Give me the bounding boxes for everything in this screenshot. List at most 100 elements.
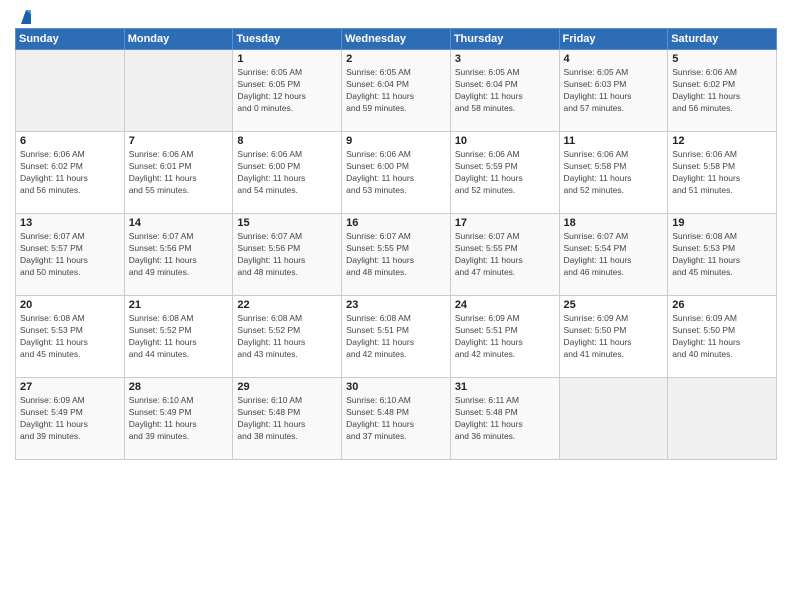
day-number: 19: [672, 217, 772, 229]
calendar-cell: 8Sunrise: 6:06 AM Sunset: 6:00 PM Daylig…: [233, 132, 342, 214]
calendar-cell: [16, 50, 125, 132]
day-info: Sunrise: 6:08 AM Sunset: 5:52 PM Dayligh…: [237, 313, 337, 361]
day-number: 23: [346, 299, 446, 311]
calendar-cell: 18Sunrise: 6:07 AM Sunset: 5:54 PM Dayli…: [559, 214, 668, 296]
calendar-cell: 11 Sunrise: 6:06 AM Sunset: 5:58 PM Dayli…: [559, 132, 668, 214]
calendar-cell: 15 Sunrise: 6:07 AM Sunset: 5:56 PM Dayli…: [233, 214, 342, 296]
calendar-cell: 27 Sunrise: 6:09 AM Sunset: 5:49 PM Dayli…: [16, 378, 125, 460]
day-info: Sunrise: 6:06 AM Sunset: 5:59 PM Dayligh…: [455, 149, 555, 197]
day-number: 20: [20, 299, 120, 311]
calendar-table: SundayMondayTuesdayWednesdayThursdayFrid…: [15, 28, 777, 460]
day-number: 13: [20, 217, 120, 229]
day-info: Sunrise: 6:05 AM Sunset: 6:03 PM Dayligh…: [564, 67, 664, 115]
day-number: 21: [129, 299, 229, 311]
calendar-cell: 12 Sunrise: 6:06 AM Sunset: 5:58 PM Dayli…: [668, 132, 777, 214]
weekday-header: Thursday: [450, 29, 559, 50]
day-number: 3: [455, 53, 555, 65]
day-info: Sunrise: 6:08 AM Sunset: 5:53 PM Dayligh…: [672, 231, 772, 279]
calendar-cell: 17 Sunrise: 6:07 AM Sunset: 5:55 PM Dayli…: [450, 214, 559, 296]
day-info: Sunrise: 6:07 AM Sunset: 5:54 PM Dayligh…: [564, 231, 664, 279]
day-number: 11: [564, 135, 664, 147]
calendar-header-row: SundayMondayTuesdayWednesdayThursdayFrid…: [16, 29, 777, 50]
day-info: Sunrise: 6:10 AM Sunset: 5:48 PM Dayligh…: [237, 395, 337, 443]
day-number: 27: [20, 381, 120, 393]
weekday-header: Wednesday: [342, 29, 451, 50]
day-number: 12: [672, 135, 772, 147]
day-info: Sunrise: 6:10 AM Sunset: 5:48 PM Dayligh…: [346, 395, 446, 443]
weekday-header: Monday: [124, 29, 233, 50]
day-number: 2: [346, 53, 446, 65]
day-number: 31: [455, 381, 555, 393]
day-number: 26: [672, 299, 772, 311]
calendar-cell: 1 Sunrise: 6:05 AM Sunset: 6:05 PM Daylig…: [233, 50, 342, 132]
calendar-cell: [559, 378, 668, 460]
calendar-cell: 28 Sunrise: 6:10 AM Sunset: 5:49 PM Dayli…: [124, 378, 233, 460]
calendar-cell: 25 Sunrise: 6:09 AM Sunset: 5:50 PM Dayli…: [559, 296, 668, 378]
calendar-cell: [124, 50, 233, 132]
logo-icon: [17, 8, 35, 26]
day-number: 24: [455, 299, 555, 311]
day-info: Sunrise: 6:06 AM Sunset: 6:02 PM Dayligh…: [20, 149, 120, 197]
weekday-header: Friday: [559, 29, 668, 50]
day-info: Sunrise: 6:07 AM Sunset: 5:57 PM Dayligh…: [20, 231, 120, 279]
day-info: Sunrise: 6:07 AM Sunset: 5:55 PM Dayligh…: [346, 231, 446, 279]
day-info: Sunrise: 6:10 AM Sunset: 5:49 PM Dayligh…: [129, 395, 229, 443]
day-info: Sunrise: 6:05 AM Sunset: 6:04 PM Dayligh…: [346, 67, 446, 115]
day-info: Sunrise: 6:09 AM Sunset: 5:51 PM Dayligh…: [455, 313, 555, 361]
day-number: 22: [237, 299, 337, 311]
calendar-cell: [668, 378, 777, 460]
calendar-cell: 9Sunrise: 6:06 AM Sunset: 6:00 PM Daylig…: [342, 132, 451, 214]
day-number: 9: [346, 135, 446, 147]
calendar-week-row: 6 Sunrise: 6:06 AM Sunset: 6:02 PM Daylig…: [16, 132, 777, 214]
calendar-cell: 6 Sunrise: 6:06 AM Sunset: 6:02 PM Daylig…: [16, 132, 125, 214]
day-info: Sunrise: 6:08 AM Sunset: 5:52 PM Dayligh…: [129, 313, 229, 361]
day-number: 4: [564, 53, 664, 65]
day-info: Sunrise: 6:06 AM Sunset: 6:02 PM Dayligh…: [672, 67, 772, 115]
calendar-week-row: 20 Sunrise: 6:08 AM Sunset: 5:53 PM Dayli…: [16, 296, 777, 378]
day-number: 15: [237, 217, 337, 229]
day-number: 28: [129, 381, 229, 393]
calendar-container: SundayMondayTuesdayWednesdayThursdayFrid…: [0, 0, 792, 612]
day-info: Sunrise: 6:07 AM Sunset: 5:55 PM Dayligh…: [455, 231, 555, 279]
day-number: 6: [20, 135, 120, 147]
day-info: Sunrise: 6:05 AM Sunset: 6:05 PM Dayligh…: [237, 67, 337, 115]
weekday-header: Saturday: [668, 29, 777, 50]
calendar-cell: 31 Sunrise: 6:11 AM Sunset: 5:48 PM Dayli…: [450, 378, 559, 460]
day-number: 30: [346, 381, 446, 393]
day-number: 16: [346, 217, 446, 229]
calendar-cell: 23 Sunrise: 6:08 AM Sunset: 5:51 PM Dayli…: [342, 296, 451, 378]
day-info: Sunrise: 6:07 AM Sunset: 5:56 PM Dayligh…: [237, 231, 337, 279]
day-number: 14: [129, 217, 229, 229]
weekday-header: Sunday: [16, 29, 125, 50]
day-info: Sunrise: 6:06 AM Sunset: 5:58 PM Dayligh…: [564, 149, 664, 197]
day-info: Sunrise: 6:06 AM Sunset: 5:58 PM Dayligh…: [672, 149, 772, 197]
day-info: Sunrise: 6:09 AM Sunset: 5:49 PM Dayligh…: [20, 395, 120, 443]
calendar-cell: 22 Sunrise: 6:08 AM Sunset: 5:52 PM Dayli…: [233, 296, 342, 378]
calendar-cell: 2 Sunrise: 6:05 AM Sunset: 6:04 PM Daylig…: [342, 50, 451, 132]
calendar-week-row: 1 Sunrise: 6:05 AM Sunset: 6:05 PM Daylig…: [16, 50, 777, 132]
day-info: Sunrise: 6:08 AM Sunset: 5:51 PM Dayligh…: [346, 313, 446, 361]
day-info: Sunrise: 6:11 AM Sunset: 5:48 PM Dayligh…: [455, 395, 555, 443]
day-info: Sunrise: 6:07 AM Sunset: 5:56 PM Dayligh…: [129, 231, 229, 279]
day-info: Sunrise: 6:09 AM Sunset: 5:50 PM Dayligh…: [564, 313, 664, 361]
calendar-cell: 16 Sunrise: 6:07 AM Sunset: 5:55 PM Dayli…: [342, 214, 451, 296]
day-number: 5: [672, 53, 772, 65]
calendar-cell: 4 Sunrise: 6:05 AM Sunset: 6:03 PM Daylig…: [559, 50, 668, 132]
weekday-header: Tuesday: [233, 29, 342, 50]
day-info: Sunrise: 6:08 AM Sunset: 5:53 PM Dayligh…: [20, 313, 120, 361]
day-number: 7: [129, 135, 229, 147]
day-number: 8: [237, 135, 337, 147]
calendar-cell: 26Sunrise: 6:09 AM Sunset: 5:50 PM Dayli…: [668, 296, 777, 378]
calendar-cell: 14 Sunrise: 6:07 AM Sunset: 5:56 PM Dayli…: [124, 214, 233, 296]
calendar-cell: 24 Sunrise: 6:09 AM Sunset: 5:51 PM Dayli…: [450, 296, 559, 378]
day-number: 25: [564, 299, 664, 311]
calendar-week-row: 27 Sunrise: 6:09 AM Sunset: 5:49 PM Dayli…: [16, 378, 777, 460]
calendar-cell: 29Sunrise: 6:10 AM Sunset: 5:48 PM Dayli…: [233, 378, 342, 460]
day-info: Sunrise: 6:06 AM Sunset: 6:01 PM Dayligh…: [129, 149, 229, 197]
day-number: 10: [455, 135, 555, 147]
day-number: 17: [455, 217, 555, 229]
calendar-cell: 19 Sunrise: 6:08 AM Sunset: 5:53 PM Dayli…: [668, 214, 777, 296]
calendar-cell: 20 Sunrise: 6:08 AM Sunset: 5:53 PM Dayli…: [16, 296, 125, 378]
day-number: 1: [237, 53, 337, 65]
calendar-cell: 30 Sunrise: 6:10 AM Sunset: 5:48 PM Dayli…: [342, 378, 451, 460]
